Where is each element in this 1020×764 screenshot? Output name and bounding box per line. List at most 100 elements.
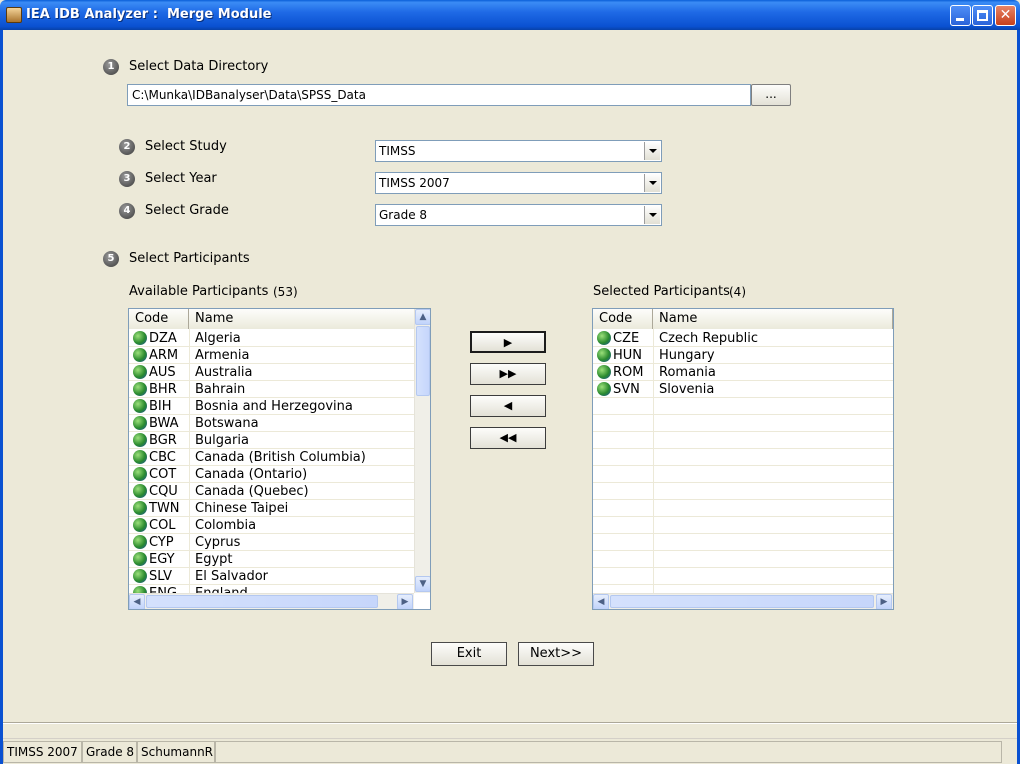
list-item[interactable]: SLV El Salvador [129, 568, 414, 585]
participant-name: Romania [659, 365, 716, 380]
list-item[interactable]: SVN Slovenia [593, 381, 893, 398]
scrollbar-thumb[interactable] [610, 595, 874, 608]
app-icon[interactable] [6, 7, 22, 23]
year-dropdown-button[interactable] [644, 174, 660, 192]
grade-dropdown-value: Grade 8 [379, 208, 428, 222]
participant-code: ARM [149, 348, 179, 363]
globe-icon [133, 433, 147, 447]
step-4-icon: 4 [119, 203, 135, 219]
globe-icon [133, 382, 147, 396]
globe-icon [133, 518, 147, 532]
list-item[interactable]: BHR Bahrain [129, 381, 414, 398]
add-participant-button[interactable]: ▶ [470, 331, 546, 353]
empty-row [593, 466, 893, 483]
horizontal-scrollbar[interactable]: ◀ ▶ [593, 593, 893, 609]
list-item[interactable]: CZE Czech Republic [593, 330, 893, 347]
available-participants-list[interactable]: Code Name DZA Algeria ARM Armenia AUS Austral… [128, 308, 431, 610]
select-study-label: Select Study [145, 139, 227, 154]
select-grade-label: Select Grade [145, 203, 229, 218]
participant-code: CZE [613, 331, 640, 346]
scroll-left-icon[interactable]: ◀ [593, 594, 609, 609]
study-dropdown-button[interactable] [644, 142, 660, 160]
list-item[interactable]: ROM Romania [593, 364, 893, 381]
scrollbar-thumb[interactable] [416, 326, 430, 396]
grade-dropdown[interactable]: Grade 8 [375, 204, 662, 226]
empty-row [593, 517, 893, 534]
horizontal-scrollbar[interactable]: ◀ ▶ [129, 593, 414, 609]
list-item[interactable]: DZA Algeria [129, 330, 414, 347]
close-button[interactable]: ✕ [995, 5, 1016, 26]
list-item[interactable]: AUS Australia [129, 364, 414, 381]
list-item[interactable]: BGR Bulgaria [129, 432, 414, 449]
chevron-down-icon [649, 181, 657, 185]
name-column-header[interactable]: Name [653, 309, 893, 329]
participant-name: Canada (Quebec) [195, 484, 309, 499]
name-column-header[interactable]: Name [189, 309, 415, 329]
globe-icon [597, 382, 611, 396]
scrollbar-thumb[interactable] [146, 595, 378, 608]
selected-participants-list[interactable]: Code Name CZE Czech Republic HUN Hungary ROM… [592, 308, 894, 610]
add-all-participants-button[interactable]: ▶▶ [470, 363, 546, 385]
list-item[interactable]: HUN Hungary [593, 347, 893, 364]
remove-all-participants-button[interactable]: ◀◀ [470, 427, 546, 449]
status-grade: Grade 8 [82, 741, 137, 763]
exit-button[interactable]: Exit [431, 642, 507, 666]
list-item[interactable]: CQU Canada (Quebec) [129, 483, 414, 500]
globe-icon [133, 484, 147, 498]
chevron-down-icon [649, 213, 657, 217]
code-column-header[interactable]: Code [593, 309, 653, 329]
maximize-button[interactable] [972, 5, 993, 26]
participant-code: EGY [149, 552, 175, 567]
globe-icon [133, 552, 147, 566]
available-participants-label: Available Participants [129, 284, 269, 299]
step-5-icon: 5 [103, 251, 119, 267]
participant-name: Colombia [195, 518, 257, 533]
participant-name: Czech Republic [659, 331, 758, 346]
year-dropdown[interactable]: TIMSS 2007 [375, 172, 662, 194]
list-header: Code Name [593, 309, 893, 329]
empty-row [593, 449, 893, 466]
globe-icon [133, 331, 147, 345]
list-item[interactable]: TWN Chinese Taipei [129, 500, 414, 517]
scroll-down-icon[interactable]: ▼ [415, 576, 430, 592]
participant-name: Hungary [659, 348, 715, 363]
list-item[interactable]: ARM Armenia [129, 347, 414, 364]
participant-name: El Salvador [195, 569, 268, 584]
study-dropdown[interactable]: TIMSS [375, 140, 662, 162]
empty-row [593, 551, 893, 568]
participant-code: ROM [613, 365, 644, 380]
participant-code: BWA [149, 416, 179, 431]
study-dropdown-value: TIMSS [379, 144, 416, 158]
list-item[interactable]: COT Canada (Ontario) [129, 466, 414, 483]
list-item[interactable]: CYP Cyprus [129, 534, 414, 551]
remove-participant-button[interactable]: ◀ [470, 395, 546, 417]
participant-name: Egypt [195, 552, 233, 567]
data-directory-input[interactable]: C:\Munka\IDBanalyser\Data\SPSS_Data [127, 84, 751, 106]
list-item[interactable]: COL Colombia [129, 517, 414, 534]
minimize-button[interactable] [950, 5, 971, 26]
scroll-right-icon[interactable]: ▶ [397, 594, 413, 609]
column-divider [189, 329, 190, 593]
browse-button[interactable]: ... [751, 84, 791, 106]
column-divider [653, 329, 654, 593]
participant-code: CQU [149, 484, 178, 499]
scroll-left-icon[interactable]: ◀ [129, 594, 145, 609]
title-bar[interactable]: IEA IDB Analyzer : Merge Module ✕ [0, 0, 1020, 30]
grade-dropdown-button[interactable] [644, 206, 660, 224]
code-column-header[interactable]: Code [129, 309, 189, 329]
globe-icon [133, 399, 147, 413]
select-year-label: Select Year [145, 171, 217, 186]
scroll-right-icon[interactable]: ▶ [876, 594, 892, 609]
participant-name: Chinese Taipei [195, 501, 289, 516]
list-item[interactable]: EGY Egypt [129, 551, 414, 568]
globe-icon [597, 331, 611, 345]
participant-name: Australia [195, 365, 253, 380]
scroll-up-icon[interactable]: ▲ [415, 309, 430, 325]
empty-row [593, 568, 893, 585]
list-item[interactable]: BIH Bosnia and Herzegovina [129, 398, 414, 415]
list-item[interactable]: BWA Botswana [129, 415, 414, 432]
vertical-scrollbar[interactable]: ▲ ▼ [414, 309, 430, 593]
list-item[interactable]: CBC Canada (British Columbia) [129, 449, 414, 466]
next-button[interactable]: Next>> [518, 642, 594, 666]
participant-name: Bahrain [195, 382, 246, 397]
